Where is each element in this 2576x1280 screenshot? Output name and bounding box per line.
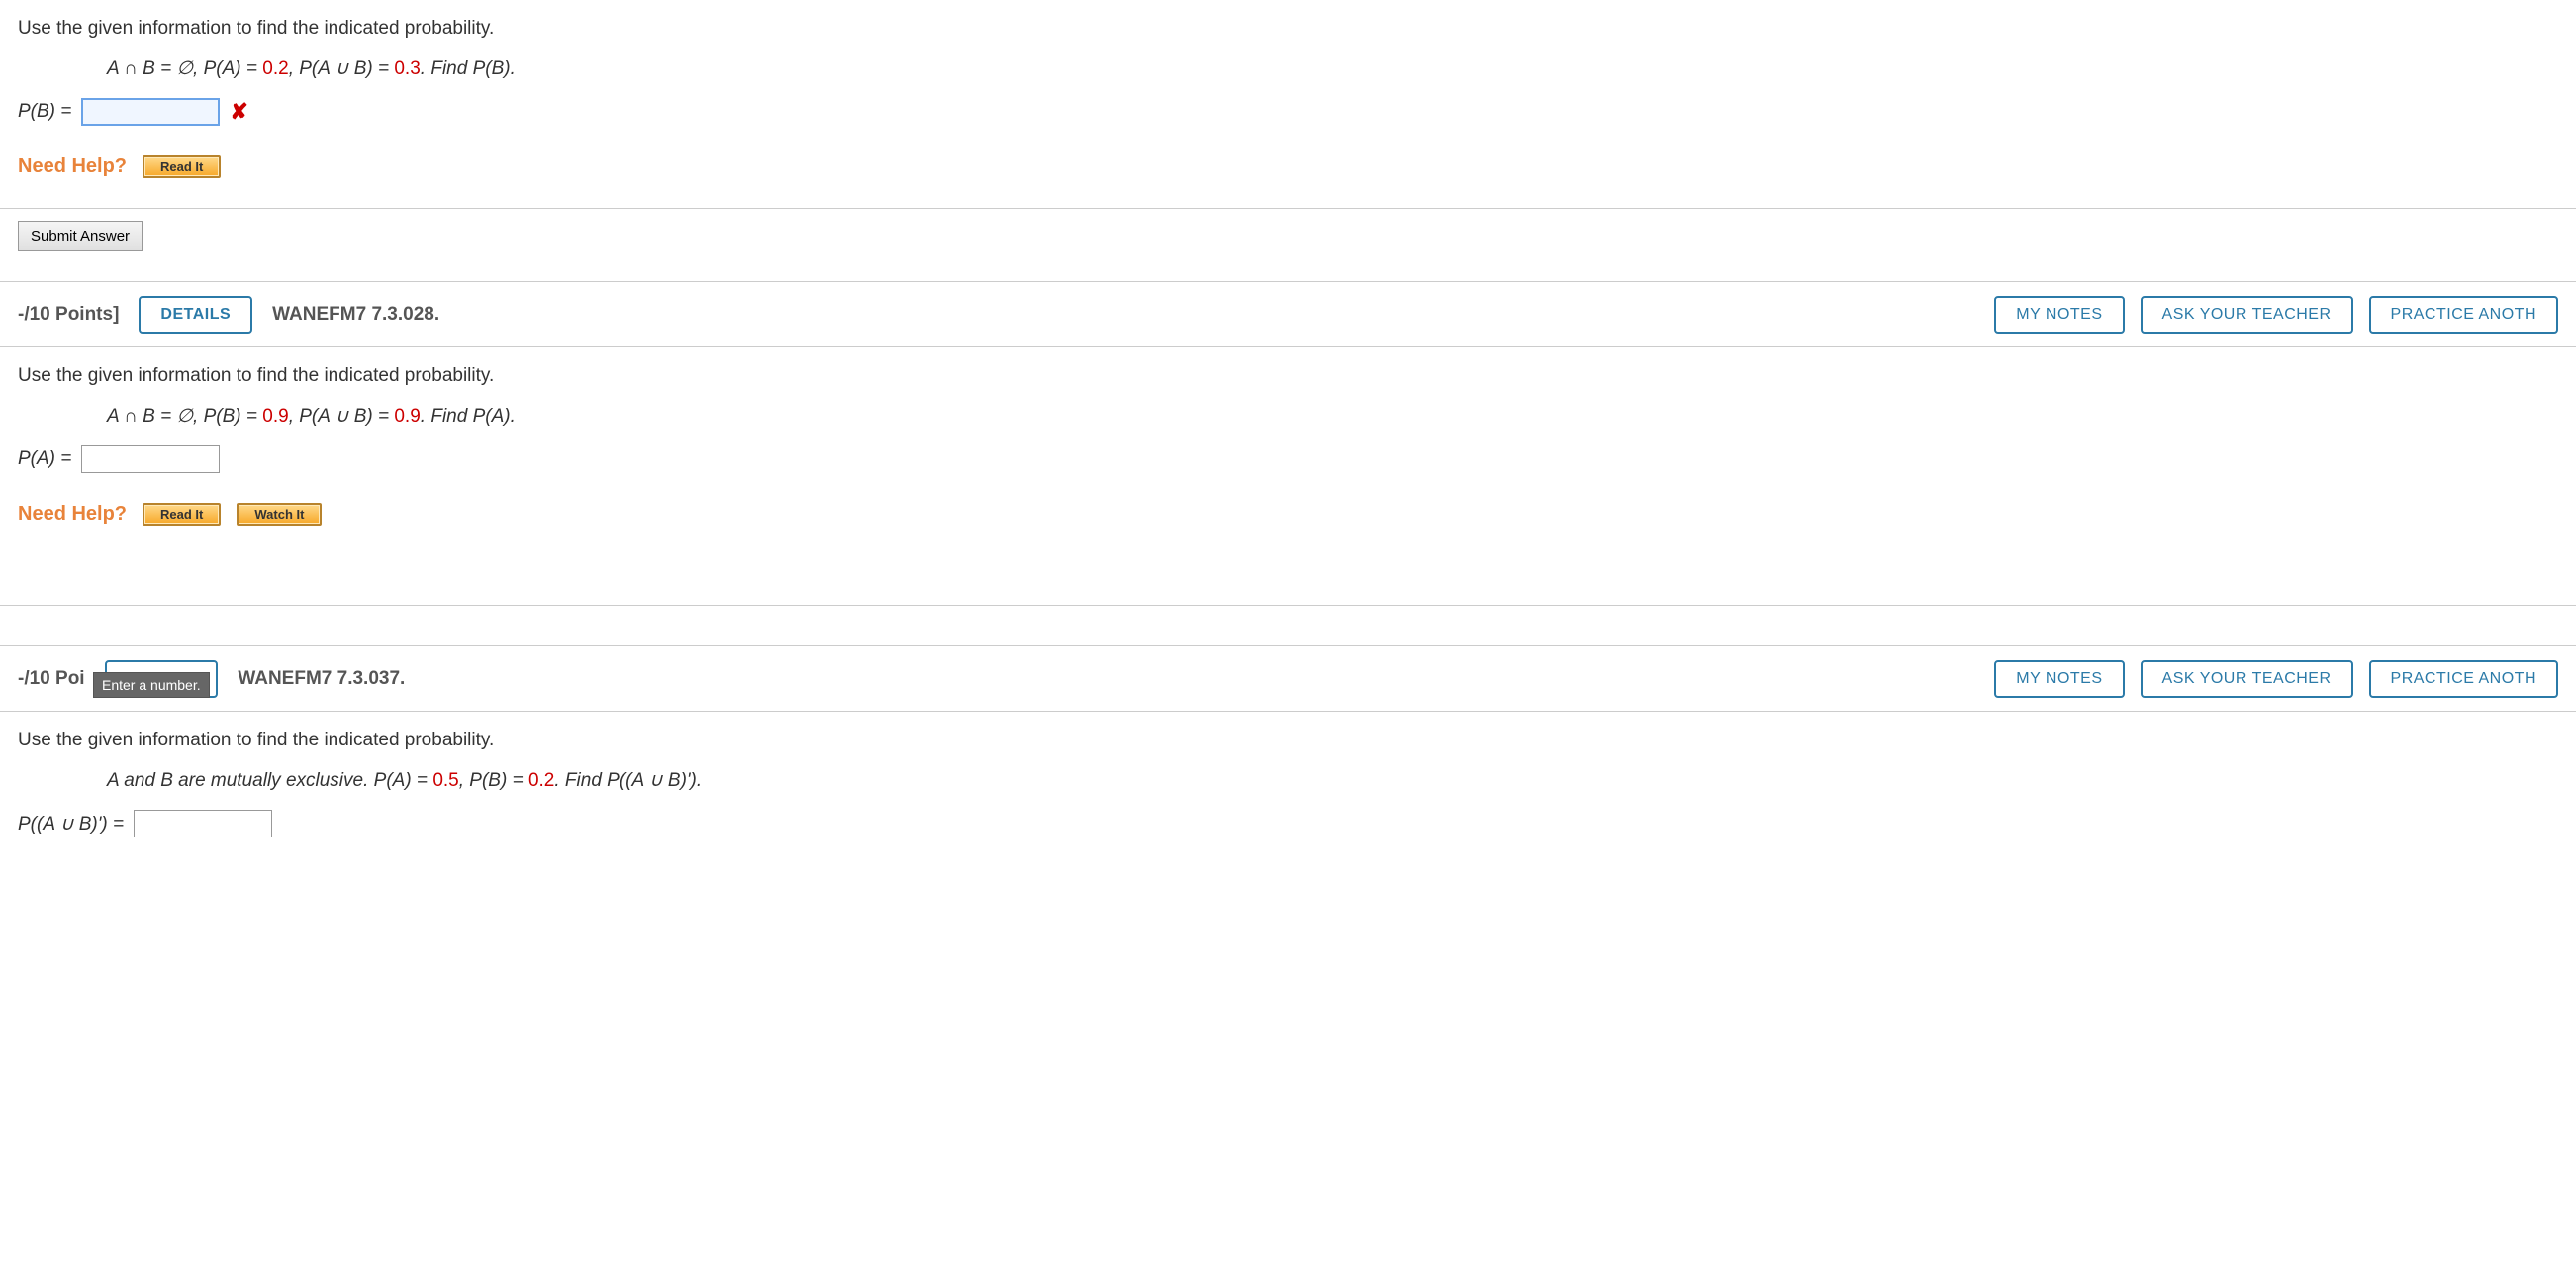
q3-answer-row: P((A ∪ B)') = bbox=[18, 810, 2558, 837]
q3-mid: , P(B) = bbox=[459, 770, 528, 791]
q3-problem: A and B are mutually exclusive. P(A) = 0… bbox=[107, 769, 2558, 792]
q2-val1: 0.9 bbox=[262, 406, 288, 427]
q2-mid: , P(A ∪ B) = bbox=[289, 406, 395, 427]
q1-submit-area: Submit Answer bbox=[0, 208, 2576, 281]
q1-val2: 0.3 bbox=[394, 58, 420, 79]
q2-post: . Find P(A). bbox=[421, 406, 516, 427]
q1-answer-row: P(B) = ✘ bbox=[18, 98, 2558, 126]
my-notes-button[interactable]: MY NOTES bbox=[1994, 296, 2124, 334]
q2-val2: 0.9 bbox=[394, 406, 420, 427]
q3-instruction: Use the given information to find the in… bbox=[18, 730, 2558, 751]
q1-post: . Find P(B). bbox=[421, 58, 516, 79]
q3-points-prefix: -/10 Poi bbox=[18, 668, 85, 690]
q3-answer-input[interactable] bbox=[134, 810, 272, 837]
need-help-label: Need Help? bbox=[18, 503, 127, 526]
watch-it-button[interactable]: Watch It bbox=[237, 503, 322, 526]
question-2-header: -/10 Points] DETAILS WANEFM7 7.3.028. MY… bbox=[0, 281, 2576, 347]
q1-answer-label: P(B) = bbox=[18, 101, 71, 123]
q3-pre: A and B are mutually exclusive. P(A) = bbox=[107, 770, 432, 791]
question-3: Use the given information to find the in… bbox=[0, 712, 2576, 837]
q2-answer-row: P(A) = bbox=[18, 445, 2558, 473]
details-button[interactable]: DETAILS bbox=[139, 296, 252, 334]
my-notes-button[interactable]: MY NOTES bbox=[1994, 660, 2124, 698]
q2-instruction: Use the given information to find the in… bbox=[18, 365, 2558, 387]
question-3-header: -/10 Poi Enter a number. DETAILS WANEFM7… bbox=[0, 645, 2576, 712]
q3-answer-label: P((A ∪ B)') = bbox=[18, 813, 124, 836]
q2-problem: A ∩ B = ∅, P(B) = 0.9, P(A ∪ B) = 0.9. F… bbox=[107, 405, 2558, 428]
q3-val2: 0.2 bbox=[528, 770, 554, 791]
spacer bbox=[0, 606, 2576, 645]
incorrect-icon: ✘ bbox=[230, 99, 247, 125]
q1-mid: , P(A ∪ B) = bbox=[289, 58, 395, 79]
submit-answer-button[interactable]: Submit Answer bbox=[18, 221, 143, 251]
read-it-button[interactable]: Read It bbox=[143, 155, 221, 178]
practice-another-button[interactable]: PRACTICE ANOTH bbox=[2369, 296, 2558, 334]
need-help-label: Need Help? bbox=[18, 155, 127, 178]
q2-pre: A ∩ B = ∅, P(B) = bbox=[107, 406, 262, 427]
q2-ref: WANEFM7 7.3.028. bbox=[272, 304, 439, 326]
q2-answer-input[interactable] bbox=[81, 445, 220, 473]
q3-val1: 0.5 bbox=[432, 770, 458, 791]
q2-need-help: Need Help? Read It Watch It bbox=[18, 503, 2558, 526]
q1-val1: 0.2 bbox=[262, 58, 288, 79]
question-2: Use the given information to find the in… bbox=[0, 347, 2576, 606]
q3-ref: WANEFM7 7.3.037. bbox=[238, 668, 405, 690]
q1-instruction: Use the given information to find the in… bbox=[18, 18, 2558, 40]
q2-header-right: MY NOTES ASK YOUR TEACHER PRACTICE ANOTH bbox=[1994, 296, 2558, 334]
practice-another-button[interactable]: PRACTICE ANOTH bbox=[2369, 660, 2558, 698]
q3-header-right: MY NOTES ASK YOUR TEACHER PRACTICE ANOTH bbox=[1994, 660, 2558, 698]
q1-answer-input[interactable] bbox=[81, 98, 220, 126]
q2-points: -/10 Points] bbox=[18, 304, 119, 326]
q2-header-left: -/10 Points] DETAILS WANEFM7 7.3.028. bbox=[18, 296, 439, 334]
question-1: Use the given information to find the in… bbox=[0, 0, 2576, 178]
q1-pre: A ∩ B = ∅, P(A) = bbox=[107, 58, 262, 79]
q3-header-left: -/10 Poi Enter a number. DETAILS WANEFM7… bbox=[18, 660, 405, 698]
read-it-button[interactable]: Read It bbox=[143, 503, 221, 526]
ask-teacher-button[interactable]: ASK YOUR TEACHER bbox=[2141, 660, 2353, 698]
q2-answer-label: P(A) = bbox=[18, 448, 71, 470]
tooltip-enter-number: Enter a number. bbox=[93, 672, 210, 698]
q3-post: . Find P((A ∪ B)'). bbox=[554, 770, 702, 791]
q1-problem: A ∩ B = ∅, P(A) = 0.2, P(A ∪ B) = 0.3. F… bbox=[107, 57, 2558, 80]
q1-need-help: Need Help? Read It bbox=[18, 155, 2558, 178]
ask-teacher-button[interactable]: ASK YOUR TEACHER bbox=[2141, 296, 2353, 334]
